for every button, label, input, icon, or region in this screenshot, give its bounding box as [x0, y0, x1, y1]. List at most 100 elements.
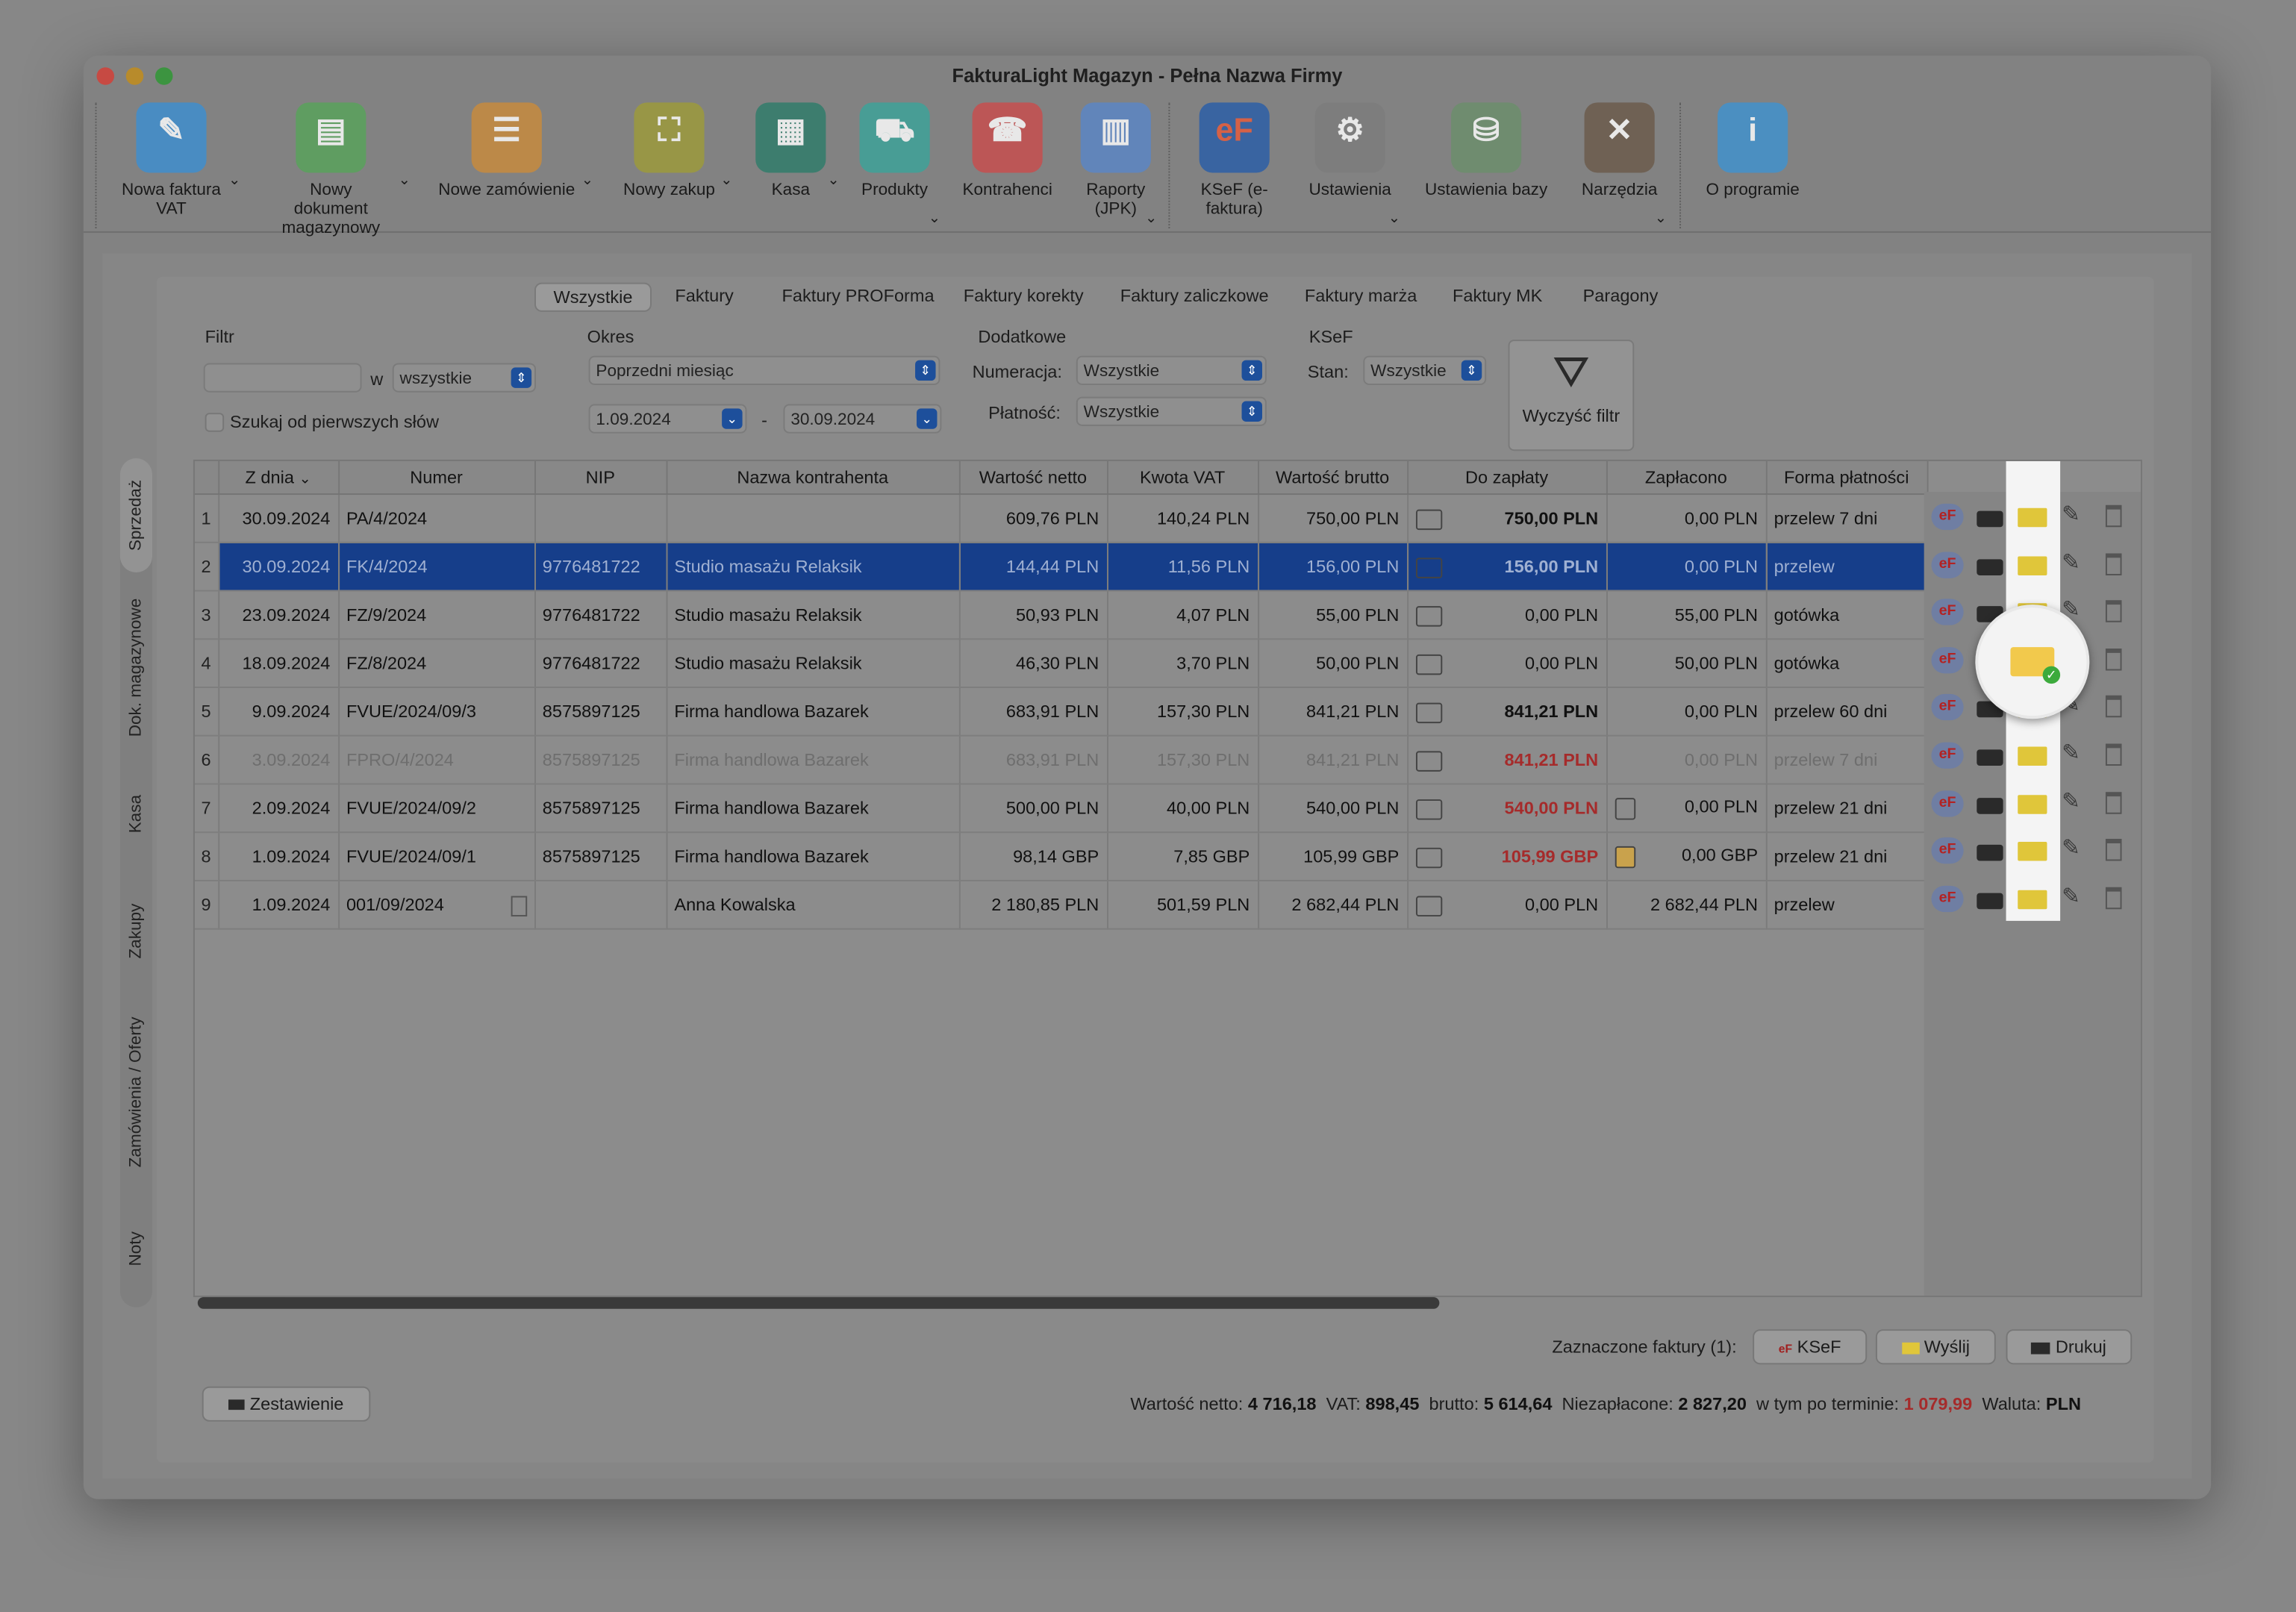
trash-icon[interactable]: [2105, 839, 2122, 861]
payment-icon[interactable]: [1414, 557, 1442, 578]
period-select[interactable]: Poprzedni miesiąc ⇕: [588, 355, 940, 385]
toolbar-settings[interactable]: ⚙ Ustawienia: [1299, 102, 1401, 200]
toolbar-db-settings[interactable]: ⛁ Ustawienia bazy: [1413, 102, 1559, 200]
toolbar-new-order[interactable]: ☰ Nowe zamówienie: [432, 102, 581, 200]
print-button[interactable]: Drukuj: [2006, 1329, 2133, 1365]
envelope-icon[interactable]: [2018, 555, 2047, 575]
clear-filter-button[interactable]: ⛛ Wyczyść filtr: [1508, 340, 1635, 452]
trash-icon[interactable]: [2105, 648, 2122, 671]
chevron-down-icon[interactable]: ⌄: [1388, 210, 1400, 227]
ksef-send-icon[interactable]: eF: [1931, 503, 1964, 531]
payment-icon[interactable]: [1414, 895, 1442, 916]
payment-icon[interactable]: [1414, 750, 1442, 771]
note-icon[interactable]: [510, 895, 527, 916]
table-row[interactable]: 1 30.09.2024 PA/4/2024 609,76 PLN 140,24 PLN…: [194, 494, 1928, 543]
trash-icon[interactable]: [2105, 600, 2122, 623]
column-header-date[interactable]: Z dnia ⌄: [218, 460, 340, 496]
table-row[interactable]: 2 30.09.2024 FK/4/2024 9776481722 Studio mas…: [194, 542, 1928, 592]
toolbar-new-invoice[interactable]: ✎ Nowa faktura VAT: [110, 102, 233, 219]
edit-pencil-icon[interactable]: ✎: [2062, 835, 2080, 860]
edit-pencil-icon[interactable]: ✎: [2062, 883, 2080, 908]
payment-icon[interactable]: [1414, 702, 1442, 723]
chevron-down-icon[interactable]: ⌄: [228, 172, 240, 189]
printer-icon[interactable]: [1977, 749, 2003, 766]
toolbar-products[interactable]: ⛟ Produkty: [852, 102, 938, 200]
trash-icon[interactable]: [2105, 887, 2122, 909]
chevron-down-icon[interactable]: ⌄: [581, 172, 593, 189]
trash-icon[interactable]: [2105, 743, 2122, 766]
ksef-send-icon[interactable]: eF: [1931, 790, 1964, 816]
payment-icon[interactable]: [1414, 605, 1442, 626]
toolbar-ksef[interactable]: eF KSeF (e-faktura): [1185, 102, 1284, 219]
column-header-paid[interactable]: Zapłacono: [1606, 460, 1767, 496]
numbering-select[interactable]: Wszystkie ⇕: [1076, 355, 1267, 385]
ksef-send-icon[interactable]: eF: [1931, 742, 1964, 769]
tab-faktury-zaliczkowe[interactable]: Faktury zaliczkowe: [1102, 283, 1286, 309]
table-row[interactable]: 7 2.09.2024 FVUE/2024/09/2 8575897125 Firma …: [194, 784, 1928, 834]
edit-pencil-icon[interactable]: ✎: [2062, 740, 2080, 766]
column-header-vat[interactable]: Kwota VAT: [1107, 460, 1259, 496]
table-row[interactable]: 8 1.09.2024 FVUE/2024/09/1 8575897125 Firma …: [194, 832, 1928, 881]
edit-pencil-icon[interactable]: ✎: [2062, 787, 2080, 813]
table-row[interactable]: 9 1.09.2024 001/09/2024 Anna Kowalska 2 180,…: [194, 880, 1928, 930]
toolbar-contractors[interactable]: ☎ Kontrahenci: [956, 102, 1058, 200]
ksef-send-icon[interactable]: eF: [1931, 599, 1964, 626]
payment-icon[interactable]: [1414, 653, 1442, 675]
printer-icon[interactable]: [1977, 558, 2003, 575]
printer-icon[interactable]: [1977, 893, 2003, 909]
envelope-icon[interactable]: [2018, 890, 2047, 909]
column-header-to-pay[interactable]: Do zapłaty: [1407, 460, 1607, 496]
table-row[interactable]: 6 3.09.2024 FPRO/4/2024 8575897125 Firma han…: [194, 735, 1928, 785]
ksef-send-button[interactable]: eF KSeF: [1753, 1329, 1868, 1365]
tab-wszystkie[interactable]: Wszystkie: [534, 282, 652, 312]
toolbar-tools[interactable]: ✕ Narzędzia: [1571, 102, 1668, 200]
payment-icon[interactable]: [1414, 846, 1442, 868]
tab-faktury-korekty[interactable]: Faktury korekty: [946, 283, 1101, 309]
trash-icon[interactable]: [2105, 552, 2122, 575]
side-tab-notes[interactable]: Noty: [120, 1198, 152, 1300]
printer-icon[interactable]: [1977, 845, 2003, 861]
tab-paragony[interactable]: Paragony: [1565, 283, 1676, 309]
column-header-contractor[interactable]: Nazwa kontrahenta: [666, 460, 960, 496]
chevron-down-icon[interactable]: ⌄: [1145, 210, 1157, 227]
side-tab-warehouse-docs[interactable]: Dok. magazynowe: [120, 583, 152, 752]
chevron-down-icon[interactable]: ⌄: [929, 210, 940, 227]
filter-scope-select[interactable]: wszystkie ⇕: [392, 363, 536, 393]
send-button[interactable]: Wyślij: [1875, 1329, 1996, 1365]
column-header-gross[interactable]: Wartość brutto: [1258, 460, 1409, 496]
envelope-icon[interactable]: [2018, 507, 2047, 528]
column-header-nip[interactable]: NIP: [534, 460, 667, 496]
column-header-net[interactable]: Wartość netto: [958, 460, 1108, 496]
printer-icon[interactable]: [1977, 797, 2003, 813]
side-tab-purchases[interactable]: Zakupy: [120, 875, 152, 985]
trash-icon[interactable]: [2105, 791, 2122, 813]
filter-text-input[interactable]: [203, 363, 362, 393]
edit-pencil-icon[interactable]: ✎: [2062, 549, 2080, 575]
search-first-words-checkbox[interactable]: [205, 413, 225, 432]
side-tab-sales[interactable]: Sprzedaż: [119, 458, 153, 573]
chevron-down-icon[interactable]: ⌄: [827, 172, 839, 189]
payment-icon[interactable]: [1414, 799, 1442, 819]
ksef-send-icon[interactable]: eF: [1931, 551, 1964, 578]
table-row[interactable]: 5 9.09.2024 FVUE/2024/09/3 8575897125 Firma …: [194, 687, 1928, 737]
chevron-down-icon[interactable]: ⌄: [1655, 210, 1667, 227]
envelope-icon[interactable]: [2018, 794, 2047, 813]
envelope-icon[interactable]: [2018, 746, 2047, 766]
trash-icon[interactable]: [2105, 696, 2122, 718]
chevron-down-icon[interactable]: ⌄: [399, 172, 411, 189]
table-row[interactable]: 4 18.09.2024 FZ/8/2024 9776481722 Studio mas…: [194, 639, 1928, 688]
side-tab-cash[interactable]: Kasa: [120, 758, 152, 868]
date-to-picker[interactable]: 30.09.2024 ⌄: [783, 404, 942, 434]
tab-faktury-marza[interactable]: Faktury marża: [1287, 283, 1435, 309]
payment-icon[interactable]: [1414, 508, 1442, 530]
tab-faktury-mk[interactable]: Faktury MK: [1435, 283, 1559, 309]
document-icon[interactable]: [1614, 798, 1635, 820]
ksef-send-icon[interactable]: eF: [1931, 837, 1964, 864]
ksef-send-icon[interactable]: eF: [1931, 694, 1964, 721]
document-icon[interactable]: [1614, 846, 1635, 869]
edit-pencil-icon[interactable]: ✎: [2062, 501, 2080, 527]
toolbar-new-warehouse-doc[interactable]: ▤ Nowy dokument magazynowy: [259, 102, 402, 238]
tab-faktury-proforma[interactable]: Faktury PROForma: [764, 283, 952, 309]
ksef-send-icon[interactable]: eF: [1931, 646, 1964, 673]
table-row[interactable]: 3 23.09.2024 FZ/9/2024 9776481722 Studio mas…: [194, 590, 1928, 640]
